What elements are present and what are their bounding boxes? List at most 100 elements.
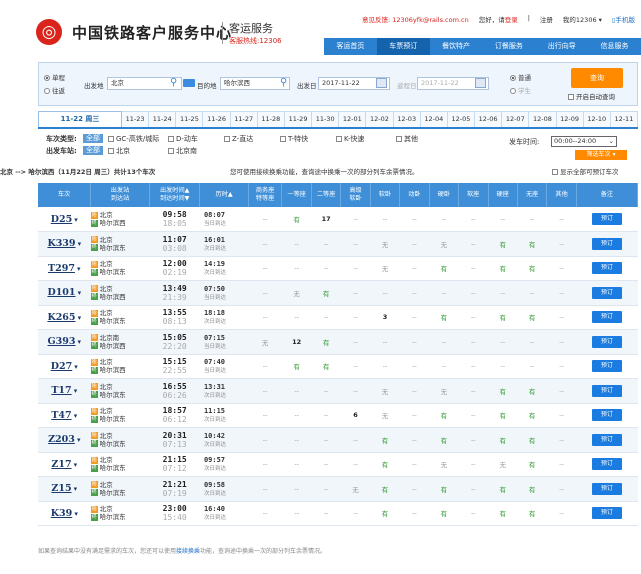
tab-date[interactable]: 12-01 (339, 111, 367, 127)
chevron-down-icon[interactable]: ▾ (78, 240, 82, 248)
location-pin-icon[interactable]: ⚲ (170, 77, 180, 89)
book-button[interactable]: 预订 (591, 482, 622, 495)
book-button[interactable]: 预订 (591, 384, 622, 397)
book-button[interactable]: 预订 (591, 360, 622, 373)
chevron-down-icon[interactable]: ▾ (77, 436, 81, 444)
auto-query-checkbox[interactable]: 开启自动查询 (568, 91, 615, 101)
seat-availability-cell[interactable]: 有 (517, 452, 547, 477)
seat-availability-cell[interactable]: 无 (370, 403, 400, 428)
seat-availability-cell[interactable]: 有 (311, 280, 341, 306)
chevron-down-icon[interactable]: ▾ (74, 485, 78, 493)
tab-date[interactable]: 11-29 (284, 111, 313, 127)
filter-t[interactable]: T-特快 (280, 134, 308, 144)
train-number-link[interactable]: T17 (51, 385, 71, 396)
round-trip-radio[interactable]: 往返 (44, 85, 65, 95)
seat-availability-cell[interactable]: 无 (248, 329, 282, 355)
feedback-link[interactable]: 意见反馈: 12306yfk@rails.com.cn (362, 14, 469, 24)
nav-info-service[interactable]: 信息服务 (588, 38, 641, 55)
seat-availability-cell[interactable]: 有 (517, 476, 547, 502)
train-number-link[interactable]: K265 (47, 312, 75, 323)
from-station[interactable]: 北京 (100, 481, 113, 489)
tab-date[interactable]: 12-03 (393, 111, 421, 127)
filter-gc[interactable]: GC-高铁/城际 (108, 134, 159, 144)
seat-availability-cell[interactable]: 有 (429, 476, 459, 502)
student-ticket-radio[interactable]: 学生 (510, 85, 531, 95)
to-station[interactable]: 哈尔滨东 (100, 268, 126, 276)
swap-stations-icon[interactable] (183, 79, 195, 87)
seat-availability-cell[interactable]: 有 (370, 452, 400, 477)
railway-logo-icon[interactable]: ◎ (36, 19, 62, 45)
tab-date[interactable]: 12-02 (366, 111, 394, 127)
train-number-link[interactable]: T47 (51, 410, 71, 421)
filter-station-beijing[interactable]: 北京 (108, 146, 130, 156)
site-name[interactable]: 中国铁路客户服务中心 (72, 22, 232, 43)
chevron-down-icon[interactable]: ▾ (74, 363, 78, 371)
calendar-icon[interactable] (376, 78, 387, 88)
seat-availability-cell[interactable]: 有 (517, 403, 547, 428)
location-pin-icon[interactable]: ⚲ (280, 77, 290, 89)
tab-date[interactable]: 11-30 (312, 111, 340, 127)
nav-ticket-booking[interactable]: 车票预订 (376, 38, 430, 55)
filter-k[interactable]: K-快速 (336, 134, 364, 144)
seat-availability-cell[interactable]: 有 (517, 231, 547, 257)
chevron-down-icon[interactable]: ▾ (77, 265, 81, 273)
seat-availability-cell[interactable]: 12 (281, 329, 312, 355)
chevron-down-icon[interactable]: ▾ (74, 387, 78, 395)
seat-availability-cell[interactable]: 有 (311, 329, 341, 355)
to-station[interactable]: 哈尔滨西 (100, 366, 126, 374)
tab-date[interactable]: 12-10 (583, 111, 611, 127)
book-button[interactable]: 预订 (591, 409, 622, 422)
seat-availability-cell[interactable]: 无 (370, 231, 400, 257)
tab-date[interactable]: 11-23 (122, 111, 150, 127)
from-station[interactable]: 北京南 (100, 334, 120, 342)
tab-date[interactable]: 12-06 (475, 111, 503, 127)
book-button[interactable]: 预订 (591, 237, 622, 250)
login-link[interactable]: 登录 (505, 16, 518, 24)
to-station[interactable]: 哈尔滨东 (100, 513, 126, 521)
train-number-link[interactable]: T297 (48, 263, 75, 274)
seat-availability-cell[interactable]: 有 (488, 305, 518, 330)
seat-availability-cell[interactable]: 无 (488, 452, 518, 477)
seat-availability-cell[interactable]: 无 (370, 378, 400, 404)
book-button[interactable]: 预订 (591, 458, 622, 471)
nav-food-specialties[interactable]: 餐饮特产 (430, 38, 483, 55)
seat-availability-cell[interactable]: 有 (517, 378, 547, 404)
from-station[interactable]: 北京 (100, 432, 113, 440)
seat-availability-cell[interactable]: 有 (429, 305, 459, 330)
seat-availability-cell[interactable]: 无 (340, 476, 371, 502)
chevron-down-icon[interactable]: ▾ (74, 461, 78, 469)
seat-availability-cell[interactable]: 有 (488, 378, 518, 404)
filter-z[interactable]: Z-直达 (224, 134, 253, 144)
transfer-link[interactable]: 接续换乘 (176, 548, 200, 555)
calendar-icon[interactable] (475, 78, 486, 88)
seat-availability-cell[interactable]: 有 (429, 256, 459, 281)
from-station[interactable]: 北京 (100, 383, 113, 391)
chevron-down-icon[interactable]: ▾ (74, 510, 78, 518)
seat-availability-cell[interactable]: 6 (340, 403, 371, 428)
seat-availability-cell[interactable]: 有 (517, 501, 547, 526)
book-button[interactable]: 预订 (591, 213, 622, 225)
seat-availability-cell[interactable]: 有 (370, 476, 400, 502)
train-number-link[interactable]: Z17 (51, 459, 71, 470)
one-way-radio[interactable]: 单程 (44, 72, 65, 82)
book-button[interactable]: 预订 (591, 507, 622, 520)
to-station[interactable]: 哈尔滨东 (100, 391, 126, 399)
seat-availability-cell[interactable]: 有 (429, 403, 459, 428)
train-number-link[interactable]: G393 (48, 336, 76, 347)
tab-date[interactable]: 11-27 (230, 111, 258, 127)
train-number-link[interactable]: K39 (51, 508, 72, 519)
tab-date[interactable]: 12-04 (420, 111, 448, 127)
train-number-link[interactable]: D27 (51, 361, 72, 372)
train-number-link[interactable]: D25 (51, 214, 72, 225)
tab-date[interactable]: 12-07 (502, 111, 530, 127)
chevron-down-icon[interactable]: ▾ (78, 338, 82, 346)
from-station[interactable]: 北京 (100, 211, 113, 219)
seat-availability-cell[interactable]: 无 (429, 452, 459, 477)
book-button[interactable]: 预订 (591, 311, 622, 324)
chevron-down-icon[interactable]: ▾ (78, 314, 82, 322)
seat-availability-cell[interactable]: 无 (429, 231, 459, 257)
train-number-link[interactable]: Z203 (48, 434, 75, 445)
seat-availability-cell[interactable]: 无 (370, 256, 400, 281)
to-station[interactable]: 哈尔滨东 (100, 415, 126, 423)
train-type-all-button[interactable]: 全部 (80, 134, 106, 143)
